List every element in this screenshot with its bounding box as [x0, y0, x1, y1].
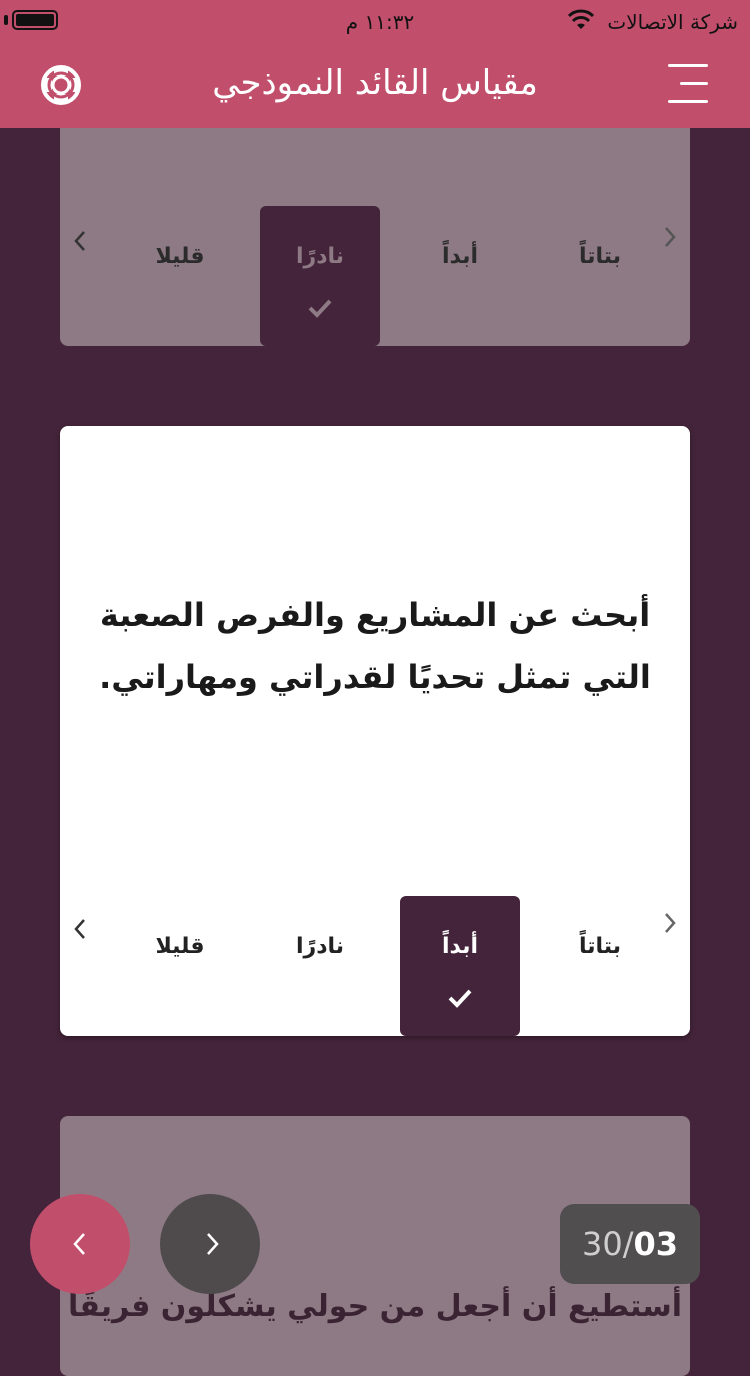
menu-icon[interactable]: [668, 64, 708, 104]
battery-tip: [4, 15, 8, 25]
option-label: نادرًا: [295, 934, 345, 959]
status-time: ١١:٣٢ م: [345, 10, 415, 34]
option-batatan[interactable]: بتاتاً: [540, 206, 660, 346]
wifi-icon: [568, 9, 594, 29]
back-button[interactable]: [30, 1194, 130, 1294]
option-label: بتاتاً: [578, 244, 622, 269]
counter-current: 03: [633, 1225, 679, 1263]
question-text: أبحث عن المشاريع والفرص الصعبة التي تمثل…: [99, 596, 651, 696]
option-batatan[interactable]: بتاتاً: [540, 896, 660, 1036]
option-nadiran[interactable]: نادرًا: [260, 896, 380, 1036]
option-abadan[interactable]: أبداً: [400, 206, 520, 346]
chevron-left-icon[interactable]: [70, 226, 90, 256]
option-nadiran[interactable]: نادرًا: [260, 206, 380, 346]
chevron-right-icon[interactable]: [660, 908, 680, 938]
chevron-left-icon: [73, 1233, 85, 1255]
option-label: بتاتاً: [578, 934, 622, 959]
status-carrier: شركة الاتصالات: [607, 10, 738, 34]
page-title: مقياس القائد النموذجي: [212, 63, 538, 103]
option-abadan[interactable]: أبداً: [400, 896, 520, 1036]
question-counter: 30/03: [560, 1204, 700, 1284]
chevron-right-icon: [207, 1233, 219, 1255]
counter-total: 30/: [581, 1225, 634, 1263]
option-label: قليلا: [155, 244, 205, 269]
question-card-current: أبحث عن المشاريع والفرص الصعبة التي تمثل…: [60, 426, 690, 1036]
option-qalilan[interactable]: قليلا: [120, 896, 240, 1036]
check-icon: [448, 989, 472, 1008]
option-qalilan[interactable]: قليلا: [120, 206, 240, 346]
question-text-next: أستطيع أن أجعل من حولي يشكلون فريقًا: [67, 1289, 683, 1324]
app-header: ١١:٣٢ م شركة الاتصالات مقياس القائد النم…: [0, 0, 750, 128]
battery-icon: [12, 10, 58, 30]
question-card-previous: بتاتاً أبداً نادرًا قليلا: [60, 128, 690, 346]
option-label: أبداً: [441, 244, 479, 269]
check-icon: [308, 299, 332, 318]
lifebuoy-icon[interactable]: [40, 64, 82, 106]
option-label: نادرًا: [295, 244, 345, 269]
option-label: قليلا: [155, 934, 205, 959]
option-label: أبداً: [441, 934, 479, 959]
forward-button[interactable]: [160, 1194, 260, 1294]
chevron-left-icon[interactable]: [70, 914, 90, 944]
chevron-right-icon[interactable]: [660, 222, 680, 252]
